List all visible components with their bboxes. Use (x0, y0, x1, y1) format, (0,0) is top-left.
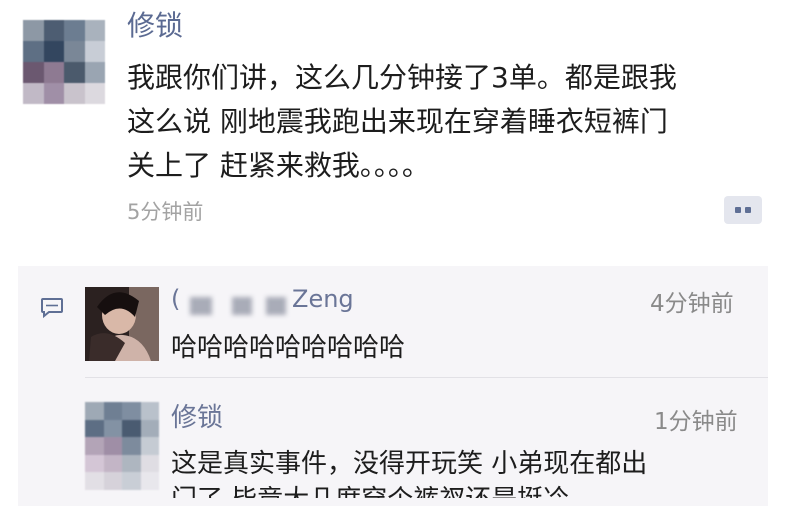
post-text-line: 这么说 刚地震我跑出来现在穿着睡衣短裤门 (127, 105, 668, 138)
post-timestamp: 5分钟前 (127, 200, 204, 224)
post-body: 我跟你们讲，这么几分钟接了3单。都是跟我 这么说 刚地震我跑出来现在穿着睡衣短裤… (127, 56, 777, 188)
comment-timestamp: 4分钟前 (650, 291, 734, 317)
post-author-name[interactable]: 修锁 (127, 6, 183, 46)
comment-bubble-icon (41, 298, 63, 319)
blurred-name-part (190, 297, 212, 315)
post-text-line: 关上了 赶紧来救我。。。。 (127, 149, 430, 182)
post-author-avatar[interactable] (23, 20, 105, 104)
comment-text: 这是真实事件，没得开玩笑 小弟现在都出 门了 毕竟大几度穿个裤衩还是挺冷 (171, 446, 761, 498)
commenter-name[interactable]: 修锁 (171, 399, 223, 437)
comment-text: 哈哈哈哈哈哈哈哈哈 (171, 333, 406, 363)
commenter-name-prefix[interactable]: ( (171, 281, 180, 317)
blurred-name-part (232, 297, 252, 315)
more-dots-icon[interactable] (724, 196, 762, 224)
commenter-avatar[interactable] (85, 287, 159, 361)
comment-divider (85, 377, 768, 378)
comment-timestamp: 1分钟前 (654, 409, 738, 435)
comment-text-line: 门了 毕竟大几度穿个裤衩还是挺冷 (171, 482, 761, 498)
commenter-name[interactable]: Zeng (292, 281, 354, 317)
commenter-avatar[interactable] (85, 402, 159, 490)
post-text-line: 我跟你们讲，这么几分钟接了3单。都是跟我 (127, 61, 677, 94)
comment-text-line: 这是真实事件，没得开玩笑 小弟现在都出 (171, 449, 648, 479)
blurred-name-part (266, 297, 286, 315)
